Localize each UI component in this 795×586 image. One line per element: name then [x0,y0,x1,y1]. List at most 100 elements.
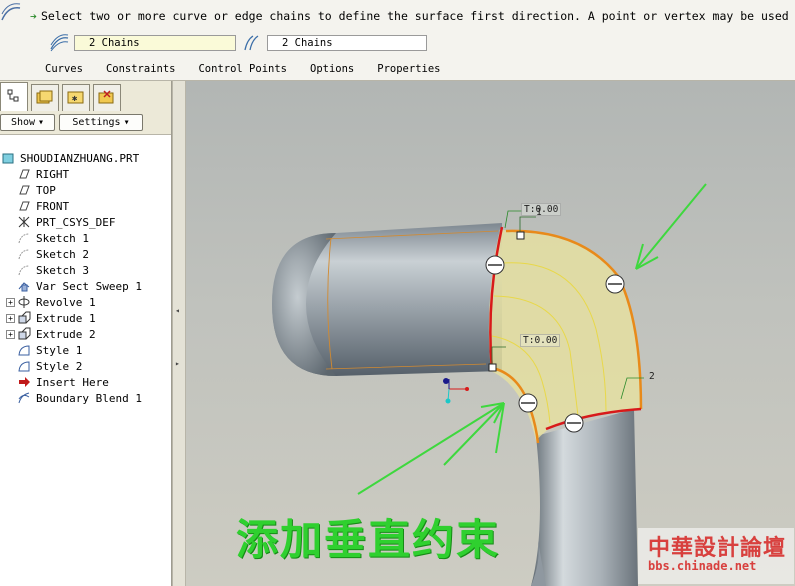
watermark: 中華設計論壇 bbs.chinade.net [638,528,794,584]
tree-item-label: Style 1 [36,343,83,357]
boundary-blend-icon [16,391,32,405]
extrude-icon [16,311,32,325]
tab-connections[interactable] [93,84,121,111]
tree-item-top[interactable]: +TOP [0,182,171,198]
sketch-icon [16,247,32,261]
feature-dashboard: ➔ Select two or more curve or edge chains… [0,0,795,81]
tree-item-label: Var Sect Sweep 1 [36,279,142,293]
prompt-arrow-icon: ➔ [30,9,37,23]
csys-triad-icon [443,378,469,404]
tab-favorites[interactable]: ✱ [62,84,90,111]
boundary-blend-icon [0,2,22,24]
show-button[interactable]: Show ▾ [0,114,55,131]
constraint-marker-4[interactable] [564,413,584,433]
annotation-text: 添加垂直约束 [236,515,501,564]
datum-plane-icon [16,199,32,213]
constraint-marker-2[interactable] [605,274,625,294]
tab-folder-browser[interactable] [31,84,59,111]
settings-button[interactable]: Settings ▾ [59,114,143,131]
expand-toggle-icon[interactable]: + [6,329,15,339]
csys-icon [16,215,32,229]
tree-item-revolve-1[interactable]: + Revolve 1 [0,294,171,310]
chevron-down-icon: ▾ [123,117,130,128]
tree-item-extrude-2[interactable]: + Extrude 2 [0,326,171,342]
collapse-right-icon[interactable]: ▸ [175,359,183,368]
tree-item-label: Extrude 2 [36,327,96,341]
tree-item-style-2[interactable]: +Style 2 [0,358,171,374]
sketch-icon [16,263,32,277]
tab-properties[interactable]: Properties [377,63,440,75]
expand-toggle-icon[interactable]: + [6,313,15,323]
svg-text:✱: ✱ [72,94,78,104]
tree-item-sketch-2[interactable]: +Sketch 2 [0,246,171,262]
chain-number-1: 1 [536,207,542,218]
tree-item-extrude-1[interactable]: + Extrude 1 [0,310,171,326]
sketch-icon [16,231,32,245]
tree-item-boundary-blend-1[interactable]: +Boundary Blend 1 [0,390,171,406]
second-direction-collector[interactable]: 2 Chains [241,34,427,52]
settings-button-label: Settings [72,117,121,128]
constraint-marker-1[interactable] [485,255,505,275]
tree-item-var-sect-sweep-1[interactable]: +Var Sect Sweep 1 [0,278,171,294]
tree-item-prt-csys-def[interactable]: +PRT_CSYS_DEF [0,214,171,230]
tree-item-sketch-1[interactable]: +Sketch 1 [0,230,171,246]
tree-item-label: SHOUDIANZHUANG.PRT [20,151,140,165]
prompt-text: Select two or more curve or edge chains … [40,9,789,23]
tree-item-insert-here[interactable]: +Insert Here [0,374,171,390]
collapse-left-icon[interactable]: ◂ [175,306,183,315]
revolve-icon [16,295,32,309]
style-icon [16,343,32,357]
tree-item-label: Extrude 1 [36,311,96,325]
show-button-label: Show [10,117,36,128]
expand-toggle-icon[interactable]: + [6,297,15,307]
style-icon [16,359,32,373]
tree-item-right[interactable]: +RIGHT [0,166,171,182]
tab-options[interactable]: Options [310,63,354,75]
drag-handle-1 [516,231,525,240]
part-icon [0,151,16,165]
tree-item-style-1[interactable]: +Style 1 [0,342,171,358]
tree-item-label: FRONT [36,199,70,213]
tree-item-label: Sketch 2 [36,247,89,261]
chevron-down-icon: ▾ [38,117,45,128]
chain-number-2: 2 [649,371,655,382]
tree-item-label: Insert Here [36,375,109,389]
second-direction-icon [241,34,263,52]
tab-constraints[interactable]: Constraints [106,63,176,75]
tree-item-label: Style 2 [36,359,83,373]
tree-item-front[interactable]: +FRONT [0,198,171,214]
navigator-panel: ✱ Show ▾ Settings ▾ SHOUDIANZHUANG.PRT+R… [0,81,172,586]
vertical-pipe [531,409,638,586]
slideup-panel-tabs: Curves Constraints Control Points Option… [45,63,463,75]
tree-item-shoudianzhuang-prt[interactable]: SHOUDIANZHUANG.PRT [0,150,171,166]
insert-arrow-icon [16,375,32,389]
message-prompt: ➔ Select two or more curve or edge chains… [30,9,789,23]
extrude-icon [16,327,32,341]
tab-curves[interactable]: Curves [45,63,83,75]
tree-item-label: TOP [36,183,56,197]
first-direction-collector[interactable]: 2 Chains [48,34,236,52]
model-tree: SHOUDIANZHUANG.PRT+RIGHT+TOP+FRONT+PRT_C… [0,150,171,406]
datum-plane-icon [16,183,32,197]
annotation-arrow-left [357,402,505,495]
constraint-marker-3[interactable] [518,393,538,413]
tree-item-label: Sketch 1 [36,231,89,245]
first-direction-field[interactable]: 2 Chains [74,35,236,51]
watermark-url: bbs.chinade.net [648,559,757,573]
folder-icon [36,89,54,108]
tab-model-tree[interactable] [0,82,28,111]
graphics-window[interactable]: T:0.00 T:0.00 1 2 添加垂直约束 中華設計論壇 bbs.chin… [186,81,795,586]
constraint-label-bottom: T:0.00 [520,334,561,347]
second-direction-field[interactable]: 2 Chains [267,35,427,51]
tree-item-sketch-3[interactable]: +Sketch 3 [0,262,171,278]
tree-toolbar: Show ▾ Settings ▾ [0,111,171,135]
tab-control-points[interactable]: Control Points [198,63,287,75]
drag-handle-2 [488,363,497,372]
tree-item-label: Sketch 3 [36,263,89,277]
panel-splitter[interactable]: ◂ ▸ [172,81,186,586]
favorites-icon: ✱ [67,89,85,108]
navigator-tabs: ✱ [0,81,171,111]
tree-item-label: RIGHT [36,167,70,181]
connections-icon [98,89,116,108]
tree-item-label: Revolve 1 [36,295,96,309]
